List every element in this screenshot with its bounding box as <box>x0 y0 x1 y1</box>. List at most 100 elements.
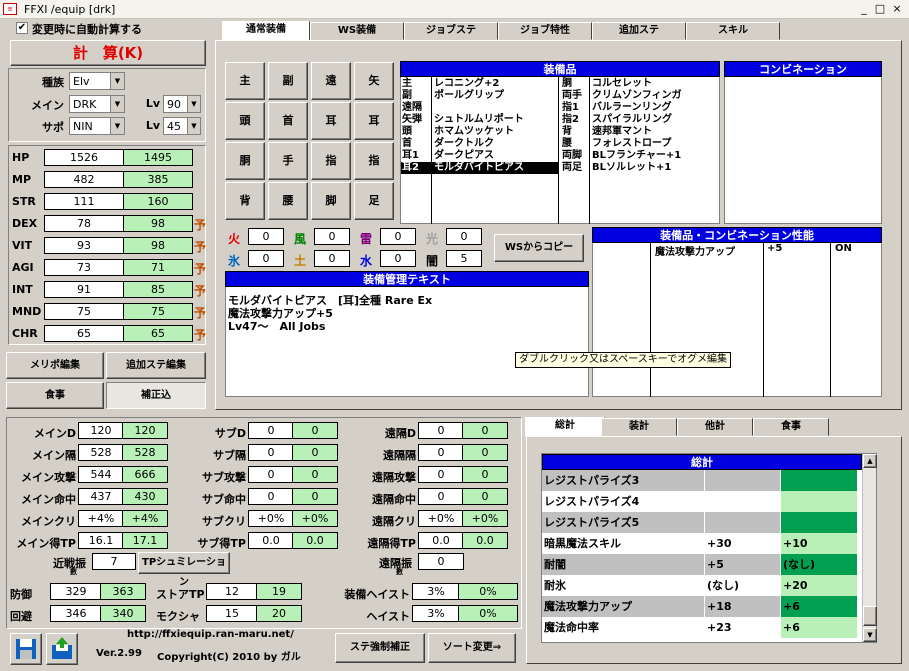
scroll-thumb[interactable] <box>863 606 877 626</box>
stat-predict-button[interactable]: 予 <box>194 304 206 321</box>
minimize-button[interactable]: _ <box>856 2 872 17</box>
stat-predict-button[interactable]: 予 <box>194 238 206 255</box>
summary-row[interactable]: レジストパライズ3 <box>542 470 862 491</box>
tab-4[interactable]: 追加ステ <box>592 22 686 40</box>
sub-job-select[interactable]: NIN ▼ <box>69 117 125 135</box>
equip-row[interactable]: 腰 フォレストロープ <box>560 138 720 150</box>
race-select[interactable]: Elv ▼ <box>69 72 125 90</box>
equip-row[interactable]: 背 速邦軍マント <box>560 126 720 138</box>
stat-predict-button[interactable]: 予 <box>194 282 206 299</box>
stat-base: 482 <box>44 171 124 188</box>
stat-base: 111 <box>44 193 124 210</box>
equip-slot-button[interactable]: 指 <box>354 142 394 180</box>
equip-row[interactable]: 耳1 ダークピアス <box>401 150 558 162</box>
summary-row[interactable]: レジストパライズ4 <box>542 491 862 512</box>
summary-value: +30 <box>705 533 780 554</box>
title-bar: ≡ FFXI /equip [drk] _ □ × <box>0 0 909 19</box>
correction-toggle[interactable]: 補正込 <box>106 382 206 409</box>
tab-3[interactable]: ジョブ特性 <box>498 22 592 40</box>
close-button[interactable]: × <box>889 2 905 17</box>
stat-predict-button[interactable]: 予 <box>194 326 206 343</box>
equip-slot-button[interactable]: 指 <box>311 142 351 180</box>
equip-row[interactable]: 両脚 BLフランチャー+1 <box>560 150 720 162</box>
battle-label-mainD: メインD <box>33 427 76 440</box>
equip-slot-button[interactable]: 背 <box>225 182 265 220</box>
food-button[interactable]: 食事 <box>6 382 104 409</box>
summary-row[interactable]: レジストパライズ5 <box>542 512 862 533</box>
summary-row[interactable]: 耐闇 +5 (なし) <box>542 554 862 575</box>
battle-total-mainAcc: 430 <box>122 488 168 505</box>
equip-row[interactable]: 指1 バルラーンリング <box>560 102 720 114</box>
extra-stat-edit-button[interactable]: 追加ステ編集 <box>106 352 206 379</box>
sort-button[interactable]: ソート変更⇒ <box>428 633 516 663</box>
stat-total: 71 <box>123 259 193 276</box>
equip-slot-button[interactable]: 耳 <box>311 102 351 140</box>
equip-row[interactable]: 遠隔 <box>401 102 558 114</box>
equip-row[interactable]: 指2 スパイラルリング <box>560 114 720 126</box>
combo-list[interactable] <box>724 61 882 224</box>
equip-slot-button[interactable]: 手 <box>268 142 308 180</box>
equip-row[interactable]: 両手 クリムゾンフィンガ <box>560 90 720 102</box>
equip-slot-button[interactable]: 矢 <box>354 62 394 100</box>
summary-row[interactable]: 魔法命中率 +23 +6 <box>542 617 862 638</box>
equip-slot-button[interactable]: 遠 <box>311 62 351 100</box>
equip-row[interactable]: 両足 BLソルレット+1 <box>560 162 720 174</box>
summary-row[interactable]: 暗黒魔法スキル +30 +10 <box>542 533 862 554</box>
calc-button[interactable]: 計 算(K) <box>10 40 206 66</box>
equip-row[interactable]: 主 レコニング+2 <box>401 78 558 90</box>
summary-tab-1[interactable]: 装計 <box>601 418 677 436</box>
summary-tab-3[interactable]: 食事 <box>753 418 829 436</box>
equip-slot-button[interactable]: 足 <box>354 182 394 220</box>
stat-force-button[interactable]: ステ強制補正 <box>335 633 425 663</box>
merit-edit-button[interactable]: メリポ編集 <box>6 352 104 379</box>
equip-slot-button[interactable]: 脚 <box>311 182 351 220</box>
battle-value-storeTP: 12 <box>206 583 258 600</box>
stat-predict-button[interactable]: 予 <box>194 216 206 233</box>
sub-lv-select[interactable]: 45 ▼ <box>163 117 201 135</box>
equip-slot-name: 遠隔 <box>402 102 422 113</box>
ws-copy-button[interactable]: WSからコピー <box>494 234 584 262</box>
load-button[interactable] <box>46 633 78 665</box>
tab-2[interactable]: ジョブステ <box>404 22 498 40</box>
tab-5[interactable]: スキル <box>686 22 780 40</box>
equip-slot-button[interactable]: 副 <box>268 62 308 100</box>
tab-1[interactable]: WS装備 <box>310 22 404 40</box>
stat-predict-button[interactable]: 予 <box>194 260 206 277</box>
main-job-select[interactable]: DRK ▼ <box>69 95 125 113</box>
perf-header: 装備品・コンビネーション性能 <box>592 227 882 243</box>
summary-row[interactable]: 魔法攻撃力アップ +18 +6 <box>542 596 862 617</box>
equip-slot-button[interactable]: 首 <box>268 102 308 140</box>
scroll-up-icon[interactable]: ▲ <box>863 454 877 468</box>
equip-slot-button[interactable]: 腰 <box>268 182 308 220</box>
summary-tab-2[interactable]: 他計 <box>677 418 753 436</box>
equip-row[interactable]: 頭 ホマムツッケット <box>401 126 558 138</box>
summary-total <box>781 512 857 533</box>
summary-row[interactable]: 耐氷 (なし) +20 <box>542 575 862 596</box>
summary-name: 暗黒魔法スキル <box>542 533 704 554</box>
equip-row[interactable]: 副 ポールグリップ <box>401 90 558 102</box>
tp-sim-button[interactable]: TPシュミレーション <box>138 552 230 588</box>
autocalc-checkbox[interactable]: ✔ <box>16 22 28 34</box>
equip-slot-button[interactable]: 耳 <box>354 102 394 140</box>
scroll-down-icon[interactable]: ▼ <box>863 628 877 642</box>
summary-scrollbar[interactable]: ▲ ▼ <box>862 454 877 642</box>
save-button[interactable] <box>10 633 42 665</box>
equip-slot-button[interactable]: 頭 <box>225 102 265 140</box>
tab-0[interactable]: 通常装備 <box>222 21 310 41</box>
equip-slot-button[interactable]: 主 <box>225 62 265 100</box>
summary-tab-0[interactable]: 総計 <box>525 417 605 437</box>
site-url[interactable]: http://ffxiequip.ran-maru.net/ <box>127 629 294 640</box>
maximize-button[interactable]: □ <box>872 2 888 17</box>
summary-total: +6 <box>781 617 857 638</box>
equip-row[interactable]: 耳2 モルダバイトピアス <box>401 162 558 174</box>
equip-item-name: レコニング+2 <box>434 78 500 89</box>
main-lv-select[interactable]: 90 ▼ <box>163 95 201 113</box>
equip-row[interactable]: 矢弾 シュトルムリポート <box>401 114 558 126</box>
equip-slot-button[interactable]: 胴 <box>225 142 265 180</box>
equip-row[interactable]: 首 ダークトルク <box>401 138 558 150</box>
equip-row[interactable]: 胴 コルセレット <box>560 78 720 90</box>
perf-row[interactable]: 魔法攻撃力アップ +5 ON <box>655 243 880 258</box>
desc-box[interactable] <box>225 271 589 397</box>
battle-value-rngAcc: 0 <box>418 488 464 505</box>
equip-item-name: ホマムツッケット <box>434 126 514 137</box>
